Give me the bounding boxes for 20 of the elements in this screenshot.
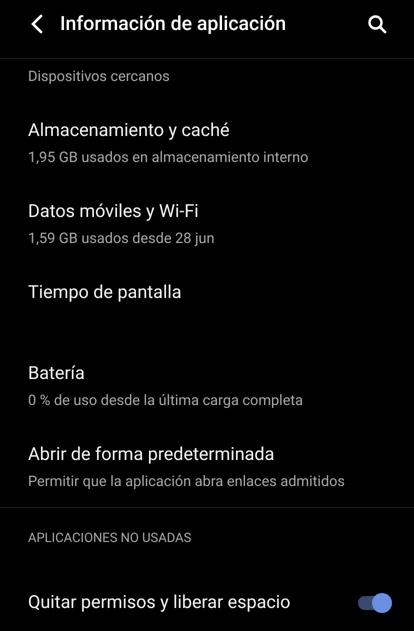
item-title: Quitar permisos y liberar espacio xyxy=(28,591,290,615)
item-subtitle: 0 % de uso desde la última carga completa xyxy=(28,391,304,411)
item-subtitle: Permitir que la aplicación abra enlaces admitidos xyxy=(28,472,345,492)
list-item[interactable]: Almacenamiento y caché 1,95 GB usados en almacenamiento interno xyxy=(0,104,414,185)
item-title: Abrir de forma predeterminada xyxy=(28,443,276,467)
item-title: Tiempo de pantalla xyxy=(28,281,182,305)
list-item[interactable]: Batería 0 % de uso desde la última carga completa xyxy=(0,347,414,428)
item-subtitle: 1,95 GB usados en almacenamiento interno xyxy=(28,148,308,168)
item-subtitle: 1,59 GB usados desde 28 jun xyxy=(28,229,214,249)
section-header: APLICACIONES NO USADAS xyxy=(28,530,192,548)
item-subtitle: Dispositivos cercanos xyxy=(28,67,171,87)
item-title: Datos móviles y Wi-Fi xyxy=(28,200,200,224)
list-item[interactable]: Datos móviles y Wi-Fi 1,59 GB usados desde 28 jun xyxy=(0,185,414,266)
toggle-switch[interactable] xyxy=(356,592,392,614)
list-item[interactable]: Tiempo de pantalla xyxy=(0,266,414,347)
item-title: Batería xyxy=(28,362,86,386)
list-item[interactable]: Abrir de forma predeterminada Permitir que la aplicación abra enlaces admitidos xyxy=(0,428,414,509)
item-title: Almacenamiento y caché xyxy=(28,119,231,143)
screen-title: Información de aplicación xyxy=(60,11,286,38)
search-button[interactable] xyxy=(366,13,388,35)
